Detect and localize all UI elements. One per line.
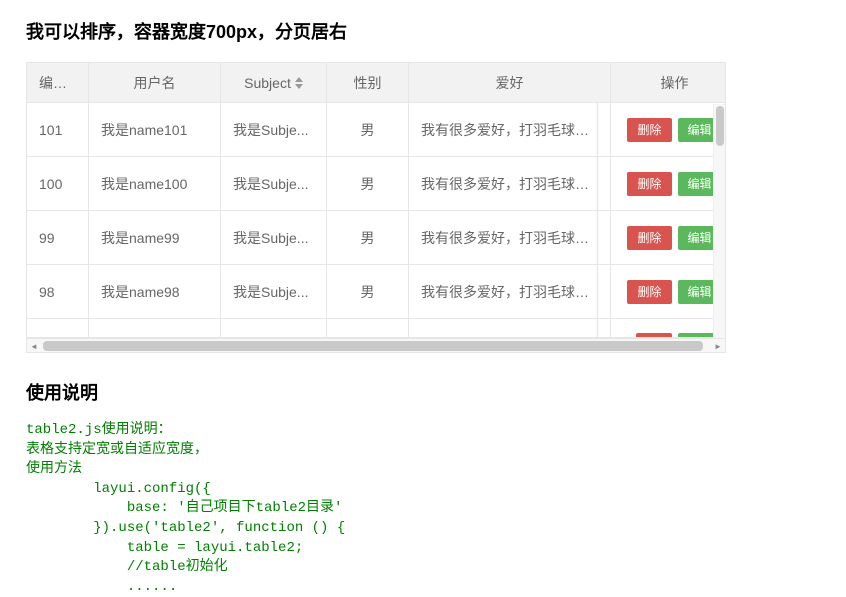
cell-hobby: 我有很多爱好，打羽毛球，打... xyxy=(409,157,611,210)
col-header-name[interactable]: 用户名 xyxy=(89,63,221,102)
horizontal-scrollbar[interactable]: ◄ ► xyxy=(26,338,726,353)
col-header-subject-label: Subject xyxy=(244,63,291,102)
col-header-subject[interactable]: Subject xyxy=(221,63,327,102)
scroll-right-icon[interactable]: ► xyxy=(711,339,725,353)
delete-button[interactable]: 删除 xyxy=(627,280,671,304)
data-table: 编号... 用户名 Subject 性别 爱好 操作 101 我是name101… xyxy=(26,62,726,338)
cell-id: 99 xyxy=(27,211,89,264)
vertical-scrollbar[interactable] xyxy=(713,104,725,338)
table-row: 100 我是name100 我是Subje... 男 我有很多爱好，打羽毛球，打… xyxy=(27,157,725,211)
cell-sex: 男 xyxy=(327,211,409,264)
cell-op: 删除 编辑 xyxy=(611,103,725,156)
cell-op: 删除 编辑 xyxy=(611,211,725,264)
sort-icon[interactable] xyxy=(295,77,303,89)
cell-subject: 我是Subje... xyxy=(221,265,327,318)
col-header-sex[interactable]: 性别 xyxy=(327,63,409,102)
code-block: table2.js使用说明： 表格支持定宽或自适应宽度， 使用方法 layui.… xyxy=(26,421,846,597)
table-row: 99 我是name99 我是Subje... 男 我有很多爱好，打羽毛球，打..… xyxy=(27,211,725,265)
cell-name: 我是name101 xyxy=(89,103,221,156)
cell-op: 删除 编辑 xyxy=(611,157,725,210)
page-title: 我可以排序，容器宽度700px，分页居右 xyxy=(26,18,846,44)
cell-name: 我是name98 xyxy=(89,265,221,318)
usage-title: 使用说明 xyxy=(26,379,846,405)
edit-button[interactable] xyxy=(678,333,714,337)
cell-subject: 我是Subje... xyxy=(221,211,327,264)
delete-button[interactable]: 删除 xyxy=(627,226,671,250)
cell-op: 删除 编辑 xyxy=(611,265,725,318)
cell-sex: 男 xyxy=(327,265,409,318)
cell-subject: 我是Subje... xyxy=(221,103,327,156)
cell-hobby: 我有很多爱好，打羽毛球，打... xyxy=(409,265,611,318)
table-row: 101 我是name101 我是Subje... 男 我有很多爱好，打羽毛球，打… xyxy=(27,103,725,157)
cell-op xyxy=(611,319,725,337)
delete-button[interactable] xyxy=(636,333,672,337)
cell-id: 100 xyxy=(27,157,89,210)
horizontal-scrollbar-thumb[interactable] xyxy=(43,341,703,351)
cell-sex xyxy=(327,319,409,337)
cell-hobby: 我有很多爱好，打羽毛球，打... xyxy=(409,103,611,156)
table-row xyxy=(27,319,725,337)
sort-asc-icon[interactable] xyxy=(295,77,303,82)
cell-name xyxy=(89,319,221,337)
cell-subject: 我是Subje... xyxy=(221,157,327,210)
col-header-id[interactable]: 编号... xyxy=(27,63,89,102)
cell-id: 98 xyxy=(27,265,89,318)
cell-subject xyxy=(221,319,327,337)
cell-hobby: 我有很多爱好，打羽毛球，打... xyxy=(409,211,611,264)
delete-button[interactable]: 删除 xyxy=(627,172,671,196)
cell-name: 我是name100 xyxy=(89,157,221,210)
table-body[interactable]: 101 我是name101 我是Subje... 男 我有很多爱好，打羽毛球，打… xyxy=(27,103,725,337)
sort-desc-icon[interactable] xyxy=(295,84,303,89)
cell-id xyxy=(27,319,89,337)
col-header-op: 操作 xyxy=(611,63,738,102)
table-header: 编号... 用户名 Subject 性别 爱好 操作 xyxy=(27,63,725,103)
fixed-column-divider xyxy=(597,103,598,337)
col-header-hobby[interactable]: 爱好 xyxy=(409,63,611,102)
cell-id: 101 xyxy=(27,103,89,156)
table-row: 98 我是name98 我是Subje... 男 我有很多爱好，打羽毛球，打..… xyxy=(27,265,725,319)
delete-button[interactable]: 删除 xyxy=(627,118,671,142)
cell-hobby xyxy=(409,319,611,337)
cell-sex: 男 xyxy=(327,157,409,210)
cell-name: 我是name99 xyxy=(89,211,221,264)
scroll-left-icon[interactable]: ◄ xyxy=(27,339,41,353)
vertical-scrollbar-thumb[interactable] xyxy=(716,106,724,146)
cell-sex: 男 xyxy=(327,103,409,156)
